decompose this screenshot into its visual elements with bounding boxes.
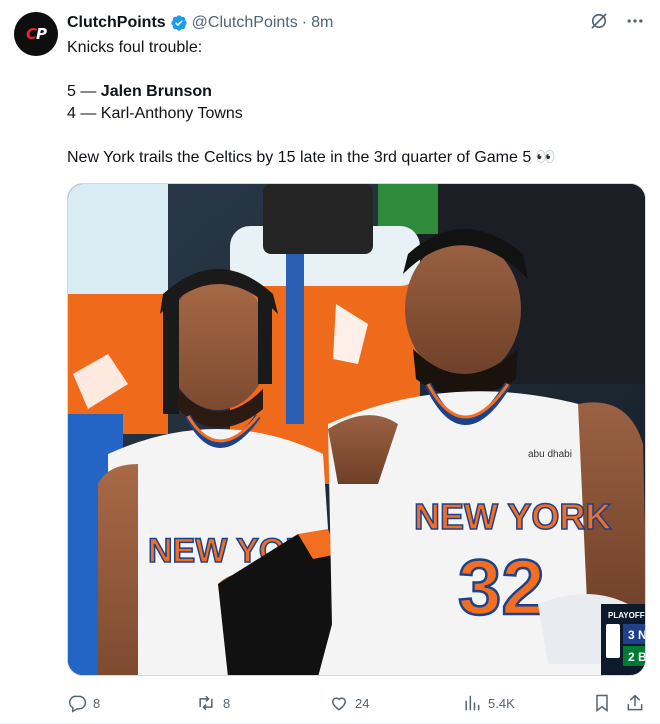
foul-player-1: Jalen Brunson [100,83,212,100]
clutchpoints-logo: CP [25,25,47,43]
more-options-icon[interactable] [624,10,646,32]
tweet-line-4: New York trails the Celtics by 15 late i… [67,149,556,166]
author-handle[interactable]: @ClutchPoints [192,14,298,32]
grok-icon[interactable] [588,10,610,32]
heart-icon [331,697,347,711]
repost-count: 8 [223,695,231,711]
repost-button[interactable]: 8 [195,690,230,716]
tweet-actions-bar: 8 8 24 5.4K [67,690,647,716]
analytics-icon [465,695,480,711]
separator-dot: · [301,14,308,31]
author-avatar[interactable]: CP [14,12,58,56]
views-button[interactable]: 5.4K [462,690,515,716]
tweet-line-foul-2: 4 — Karl-Anthony Towns [67,105,243,122]
bookmark-button[interactable] [592,690,612,716]
tweet-timestamp[interactable]: 8m [311,14,333,32]
tweet-line-1: Knicks foul trouble: [67,39,203,56]
tweet-media-photo[interactable]: NEW YORK NEW YORK 32 abu dhabi PLAYOFFS … [67,183,646,676]
author-display-name[interactable]: ClutchPoints [67,14,166,32]
knicks-bench-photo: NEW YORK NEW YORK 32 abu dhabi PLAYOFFS … [68,184,646,675]
like-count: 24 [355,695,370,711]
reply-button[interactable]: 8 [67,690,100,716]
tweet-text: Knicks foul trouble: 5 — Jalen Brunson 4… [67,37,647,169]
tweet-header: ClutchPoints @ClutchPoints · 8m [67,12,333,34]
scorebug-row-2: 2 B [628,650,646,664]
bookmark-icon [596,694,608,712]
jersey-text-right: NEW YORK [414,496,611,537]
reply-icon [69,695,87,713]
share-button[interactable] [625,690,645,716]
scorebug-row-1: 3 N [628,628,646,642]
reply-count: 8 [93,695,101,711]
scorebug-label: PLAYOFFS [608,611,646,620]
repost-icon [199,695,213,711]
jersey-number: 32 [458,543,545,631]
nba-logo-icon [606,624,620,658]
top-actions [588,10,646,32]
foul-count-1: 5 — [67,83,101,100]
tweet-line-foul-1: 5 — Jalen Brunson [67,81,647,103]
views-count: 5.4K [488,695,515,711]
verified-badge-icon [170,14,188,32]
share-icon [627,694,643,711]
jersey-sponsor: abu dhabi [528,449,572,460]
like-button[interactable]: 24 [329,690,369,716]
tweet: CP ClutchPoints @ClutchPoints · 8m Knick… [0,0,660,724]
